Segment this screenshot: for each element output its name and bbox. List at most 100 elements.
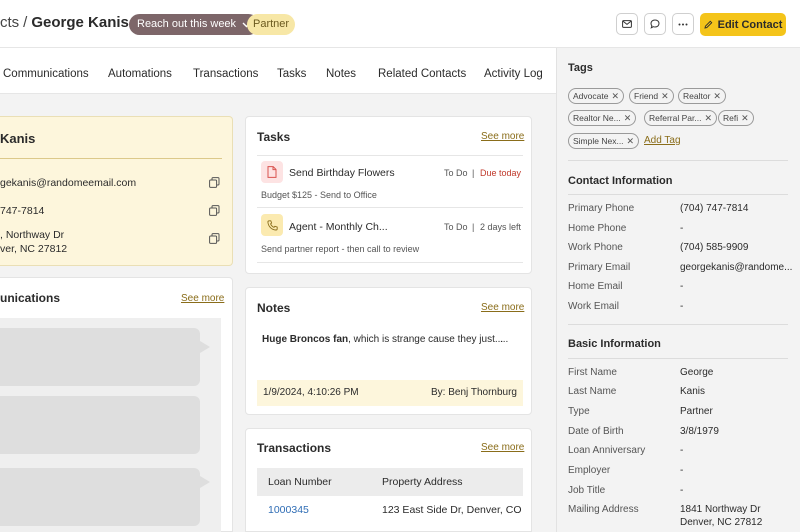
copy-icon[interactable]	[209, 205, 220, 216]
basic-information-title: Basic Information	[568, 338, 661, 350]
divider	[568, 194, 788, 195]
note-footer: 1/9/2024, 4:10:26 PM By: Benj Thornburg	[257, 380, 523, 406]
task-due: Due today	[480, 168, 522, 178]
message-bubble[interactable]	[0, 396, 200, 454]
add-tag-link[interactable]: Add Tag	[644, 135, 681, 146]
divider	[257, 207, 523, 208]
breadcrumb-separator: /	[23, 14, 28, 31]
divider	[257, 155, 523, 156]
tag-chip: Friend ✕	[629, 88, 674, 104]
tags-title: Tags	[568, 62, 593, 74]
notes-see-more-link[interactable]: See more	[481, 302, 524, 313]
work-email-value: -	[680, 301, 684, 312]
tab-communications[interactable]: Communications	[3, 68, 89, 80]
task-status: To Do	[444, 168, 468, 178]
transactions-title: Transactions	[257, 441, 332, 455]
task-divider: |	[472, 222, 475, 232]
contact-summary-card: Kanis gekanis@randomeemail.com 747-7814 …	[0, 116, 233, 266]
more-icon	[678, 23, 688, 25]
close-icon[interactable]: ✕	[627, 136, 635, 146]
message-bubble[interactable]	[0, 328, 200, 386]
copy-icon[interactable]	[209, 177, 220, 188]
tag-chip: Realtor ✕	[678, 88, 726, 104]
field-label: Work Email	[568, 301, 619, 312]
note-body: , which is strange cause they just...	[348, 334, 504, 345]
communications-card: unications See more	[0, 277, 233, 532]
communications-thread	[0, 318, 221, 532]
close-icon[interactable]: ✕	[741, 113, 749, 123]
more-options-button[interactable]	[672, 13, 694, 35]
loan-anniversary-value: -	[680, 445, 684, 456]
contact-information-title: Contact Information	[568, 175, 673, 187]
task-title: Send Birthday Flowers	[289, 167, 395, 179]
reach-out-dropdown[interactable]: Reach out this week	[129, 14, 260, 35]
tab-related-contacts[interactable]: Related Contacts	[378, 68, 466, 80]
close-icon[interactable]: ✕	[713, 91, 721, 101]
message-button[interactable]	[644, 13, 666, 35]
contact-type-badge: Partner	[247, 14, 296, 35]
tasks-see-more-link[interactable]: See more	[481, 131, 524, 142]
tag-chip: Referral Par... ✕	[644, 110, 717, 126]
tab-notes[interactable]: Notes	[326, 68, 356, 80]
field-label: Work Phone	[568, 242, 623, 253]
tab-activity-log[interactable]: Activity Log	[484, 68, 543, 80]
divider	[568, 358, 788, 359]
transactions-see-more-link[interactable]: See more	[481, 442, 524, 453]
bubble-tail	[200, 476, 210, 488]
property-address: 123 East Side Dr, Denver, CO	[382, 504, 522, 516]
tab-tasks[interactable]: Tasks	[277, 68, 306, 80]
home-phone-value: -	[680, 223, 684, 234]
edit-contact-label: Edit Contact	[717, 18, 783, 31]
tab-transactions[interactable]: Transactions	[193, 68, 258, 80]
field-label: Home Email	[568, 281, 623, 292]
contact-tabs: Communications Automations Transactions …	[0, 48, 556, 94]
transactions-table-header: Loan Number Property Address	[257, 468, 523, 496]
task-due: 2 days left	[480, 222, 522, 232]
message-bubble[interactable]	[0, 468, 200, 526]
primary-email-value: georgekanis@randome...	[680, 262, 793, 273]
close-icon[interactable]: ✕	[611, 91, 619, 101]
close-icon[interactable]: ✕	[661, 91, 669, 101]
tab-automations[interactable]: Automations	[108, 68, 172, 80]
email-button[interactable]	[616, 13, 638, 35]
note-more-button[interactable]: ...	[500, 334, 508, 345]
task-title: Agent - Monthly Ch...	[289, 221, 388, 233]
loan-number-link[interactable]: 1000345	[268, 504, 309, 516]
pencil-icon	[704, 20, 712, 29]
copy-icon[interactable]	[209, 233, 220, 244]
document-icon	[261, 161, 283, 183]
close-icon[interactable]: ✕	[624, 113, 632, 123]
divider	[568, 324, 788, 325]
last-name-value: Kanis	[680, 386, 706, 397]
tag-label: Referral Par...	[649, 113, 702, 123]
field-label: Last Name	[568, 386, 617, 397]
mailing-address-line2: Denver, NC 27812	[680, 517, 763, 528]
tag-chip: Realtor Ne... ✕	[568, 110, 637, 126]
breadcrumb-contacts-link[interactable]: cts	[0, 14, 19, 31]
column-header-loan-number[interactable]: Loan Number	[268, 476, 332, 488]
divider	[0, 158, 222, 159]
notes-card: Notes See more Huge Broncos fan, which i…	[245, 287, 532, 415]
field-label: Type	[568, 406, 590, 417]
communications-see-more-link[interactable]: See more	[181, 293, 224, 304]
page-title: George Kanis	[31, 14, 129, 31]
contact-card-address-line2: ver, NC 27812	[0, 243, 68, 255]
note-author: By: Benj Thornburg	[431, 387, 517, 398]
tag-chip: Refi ✕	[718, 110, 754, 126]
tag-label: Realtor	[683, 91, 711, 101]
header-bar: cts / George Kanis Reach out this week Par…	[0, 0, 800, 48]
tag-chip: Advocate ✕	[568, 88, 624, 104]
transactions-card: Transactions See more Loan Number Proper…	[245, 428, 532, 532]
edit-contact-button[interactable]: Edit Contact	[700, 13, 786, 36]
field-label: Loan Anniversary	[568, 445, 646, 456]
reach-out-label: Reach out this week	[137, 18, 237, 30]
column-header-property-address[interactable]: Property Address	[382, 476, 463, 488]
note-preview[interactable]: Huge Broncos fan, which is strange cause…	[262, 334, 503, 345]
close-icon[interactable]: ✕	[704, 113, 712, 123]
tasks-card: Tasks See more Send Birthday Flowers To …	[245, 116, 532, 274]
home-email-value: -	[680, 281, 684, 292]
field-label: Employer	[568, 465, 611, 476]
field-label: Job Title	[568, 485, 606, 496]
task-status: To Do	[444, 222, 468, 232]
tag-label: Friend	[634, 91, 659, 101]
